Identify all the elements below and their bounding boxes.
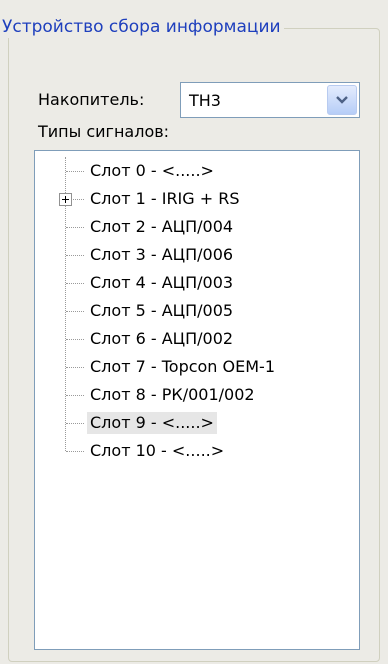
drive-select-value: ТН3 — [189, 91, 221, 110]
drive-label: Накопитель: — [38, 90, 145, 109]
tree-item-label: Слот 0 - <.....> — [90, 161, 214, 180]
tree-item-slot-3[interactable]: Слот 3 - АЦП/006 — [35, 241, 335, 269]
tree-branch-line — [66, 171, 84, 172]
tree-branch-line — [66, 283, 84, 284]
chevron-down-icon — [336, 96, 348, 104]
tree-branch-line — [66, 339, 84, 340]
tree-item-slot-6[interactable]: Слот 6 - АЦП/002 — [35, 325, 335, 353]
tree-item-label: Слот 10 - <.....> — [90, 441, 225, 460]
tree-branch-line — [66, 311, 84, 312]
tree-item-label: Слот 6 - АЦП/002 — [90, 329, 234, 348]
tree-item-label: Слот 5 - АЦП/005 — [90, 301, 234, 320]
tree-item-slot-7[interactable]: Слот 7 - Topcon OEM-1 — [35, 353, 335, 381]
tree-item-slot-1[interactable]: Слот 1 - IRIG + RS — [35, 185, 335, 213]
tree-branch-line — [66, 395, 84, 396]
expand-plus-icon[interactable] — [59, 193, 72, 206]
tree-branch-line — [66, 367, 84, 368]
tree-branch-line — [66, 423, 84, 424]
tree-item-slot-0[interactable]: Слот 0 - <.....> — [35, 157, 335, 185]
tree-item-slot-4[interactable]: Слот 4 - АЦП/003 — [35, 269, 335, 297]
device-panel: Устройство сбора информации Накопитель: … — [0, 0, 388, 664]
tree-item-label: Слот 4 - АЦП/003 — [90, 273, 234, 292]
tree-item-label: Слот 9 - <.....> — [87, 412, 217, 434]
signals-label: Типы сигналов: — [38, 122, 170, 141]
tree-branch-line — [66, 227, 84, 228]
tree-item-slot-8[interactable]: Слот 8 - РК/001/002 — [35, 381, 335, 409]
drive-dropdown-button[interactable] — [327, 85, 357, 115]
groupbox-title: Устройство сбора информации — [0, 16, 284, 38]
tree-item-slot-9[interactable]: Слот 9 - <.....> — [35, 409, 335, 437]
signals-tree[interactable]: Слот 0 - <.....> Слот 1 - IRIG + RS Слот… — [34, 150, 360, 650]
tree-branch-line — [66, 451, 84, 452]
drive-select[interactable]: ТН3 — [180, 82, 360, 118]
tree-item-label: Слот 1 - IRIG + RS — [90, 189, 240, 208]
tree-item-label: Слот 7 - Topcon OEM-1 — [90, 357, 275, 376]
tree-item-slot-5[interactable]: Слот 5 - АЦП/005 — [35, 297, 335, 325]
tree-item-label: Слот 8 - РК/001/002 — [90, 385, 255, 404]
tree-item-label: Слот 2 - АЦП/004 — [90, 217, 234, 236]
tree-item-label: Слот 3 - АЦП/006 — [90, 245, 234, 264]
tree-branch-line — [66, 255, 84, 256]
tree-item-slot-2[interactable]: Слот 2 - АЦП/004 — [35, 213, 335, 241]
tree-item-slot-10[interactable]: Слот 10 - <.....> — [35, 437, 335, 465]
